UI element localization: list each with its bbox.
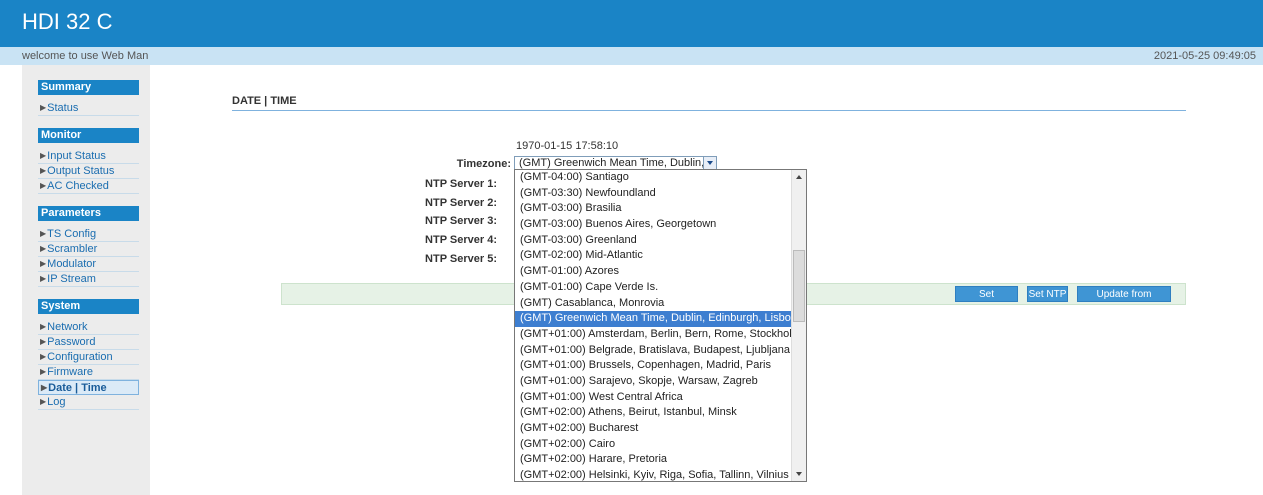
sidebar-item-label: Firmware	[47, 366, 93, 378]
sidebar-item-ac-checked[interactable]: ▶AC Checked	[38, 179, 139, 194]
timezone-option[interactable]: (GMT+02:00) Cairo	[515, 437, 791, 453]
timezone-option[interactable]: (GMT-03:30) Newfoundland	[515, 186, 791, 202]
system-datetime: 2021-05-25 09:49:05	[1153, 50, 1256, 62]
sidebar-item-log[interactable]: ▶Log	[38, 395, 139, 410]
sidebar-item-label: Modulator	[47, 258, 97, 270]
triangle-right-icon: ▶	[40, 166, 47, 175]
scrollbar-thumb[interactable]	[793, 250, 805, 322]
sidebar-section-system: System	[38, 299, 139, 314]
timezone-option[interactable]: (GMT+02:00) Bucharest	[515, 421, 791, 437]
sidebar-item-date-time[interactable]: ▶Date | Time	[38, 380, 139, 395]
sidebar-item-label: TS Config	[47, 228, 97, 240]
sidebar-item-configuration[interactable]: ▶Configuration	[38, 350, 139, 365]
timezone-option[interactable]: (GMT+02:00) Athens, Beirut, Istanbul, Mi…	[515, 405, 791, 421]
triangle-right-icon: ▶	[40, 322, 47, 331]
timezone-option[interactable]: (GMT+01:00) Belgrade, Bratislava, Budape…	[515, 343, 791, 359]
sidebar-item-label: Scrambler	[47, 243, 98, 255]
timezone-option[interactable]: (GMT-01:00) Azores	[515, 264, 791, 280]
timezone-label: Timezone:	[456, 158, 511, 170]
app-title: HDI 32 C	[22, 9, 113, 34]
sidebar-item-label: Status	[47, 102, 79, 114]
update-from-browser-button[interactable]: Update from browser	[1077, 286, 1171, 316]
set-ntp-button[interactable]: Set NTP	[1027, 286, 1068, 302]
ntp-server-5-label: NTP Server 5:	[425, 253, 497, 265]
current-device-time: 1970-01-15 17:58:10	[516, 140, 619, 152]
sidebar-item-input-status[interactable]: ▶Input Status	[38, 149, 139, 164]
dropdown-scrollbar[interactable]	[791, 170, 806, 481]
sidebar-item-label: Network	[47, 321, 88, 333]
timezone-option[interactable]: (GMT+01:00) Brussels, Copenhagen, Madrid…	[515, 358, 791, 374]
timezone-option[interactable]: (GMT-01:00) Cape Verde Is.	[515, 280, 791, 296]
scroll-down-icon[interactable]	[792, 467, 806, 481]
title-divider	[232, 110, 1186, 111]
timezone-select[interactable]: (GMT) Greenwich Mean Time, Dublin, Edinb…	[514, 156, 717, 170]
sidebar-item-modulator[interactable]: ▶Modulator	[38, 257, 139, 272]
scroll-up-icon[interactable]	[792, 170, 806, 184]
sidebar-item-network[interactable]: ▶Network	[38, 320, 139, 335]
triangle-right-icon: ▶	[40, 259, 47, 268]
sidebar-item-label: Input Status	[47, 150, 106, 162]
ntp-server-2-label: NTP Server 2:	[425, 197, 497, 209]
sidebar-item-label: Configuration	[47, 351, 113, 363]
triangle-right-icon: ▶	[40, 397, 47, 406]
sidebar-item-firmware[interactable]: ▶Firmware	[38, 365, 139, 380]
chevron-down-icon[interactable]	[703, 157, 716, 169]
triangle-right-icon: ▶	[40, 181, 47, 190]
triangle-right-icon: ▶	[41, 383, 48, 392]
ntp-server-4-label: NTP Server 4:	[425, 234, 497, 246]
sidebar-item-ip-stream[interactable]: ▶IP Stream	[38, 272, 139, 287]
sidebar-item-label: Output Status	[47, 165, 115, 177]
timezone-option[interactable]: (GMT) Greenwich Mean Time, Dublin, Edinb…	[515, 311, 791, 327]
timezone-dropdown-list[interactable]: (GMT-04:00) Santiago (GMT-03:30) Newfound…	[514, 169, 807, 482]
timezone-option[interactable]: (GMT+01:00) West Central Africa	[515, 390, 791, 406]
timezone-option[interactable]: (GMT-02:00) Mid-Atlantic	[515, 248, 791, 264]
timezone-option[interactable]: (GMT-03:00) Greenland	[515, 233, 791, 249]
set-timezone-button[interactable]: Set Timezone	[955, 286, 1018, 316]
sidebar-nav: Summary ▶Status Monitor ▶Input Status ▶Outpu…	[38, 80, 139, 422]
ntp-server-1-label: NTP Server 1:	[425, 178, 497, 190]
sidebar-item-output-status[interactable]: ▶Output Status	[38, 164, 139, 179]
timezone-option[interactable]: (GMT+02:00) Harare, Pretoria	[515, 452, 791, 468]
timezone-option[interactable]: (GMT+01:00) Sarajevo, Skopje, Warsaw, Za…	[515, 374, 791, 390]
welcome-bar: welcome to use Web Man 2021-05-25 09:49:…	[0, 47, 1263, 65]
triangle-right-icon: ▶	[40, 274, 47, 283]
sidebar-section-monitor: Monitor	[38, 128, 139, 143]
triangle-right-icon: ▶	[40, 151, 47, 160]
sidebar-item-ts-config[interactable]: ▶TS Config	[38, 227, 139, 242]
sidebar-item-label: AC Checked	[47, 180, 109, 192]
welcome-text: welcome to use Web Man	[22, 50, 149, 62]
timezone-options: (GMT-04:00) Santiago (GMT-03:30) Newfound…	[515, 170, 791, 481]
timezone-option[interactable]: (GMT+02:00) Helsinki, Kyiv, Riga, Sofia,…	[515, 468, 791, 481]
sidebar-item-label: IP Stream	[47, 273, 96, 285]
timezone-option[interactable]: (GMT) Casablanca, Monrovia	[515, 296, 791, 312]
sidebar-section-parameters: Parameters	[38, 206, 139, 221]
sidebar-section-summary: Summary	[38, 80, 139, 95]
sidebar-item-password[interactable]: ▶Password	[38, 335, 139, 350]
sidebar-section-items: ▶TS Config ▶Scrambler ▶Modulator ▶IP Stream	[38, 221, 139, 299]
ntp-server-3-label: NTP Server 3:	[425, 215, 497, 227]
sidebar-item-label: Password	[47, 336, 96, 348]
timezone-option[interactable]: (GMT-03:00) Buenos Aires, Georgetown	[515, 217, 791, 233]
sidebar-item-label: Log	[47, 396, 66, 408]
sidebar-section-items: ▶Status	[38, 95, 139, 128]
triangle-right-icon: ▶	[40, 337, 47, 346]
timezone-select-value: (GMT) Greenwich Mean Time, Dublin, Edinb…	[519, 157, 716, 169]
app-header: HDI 32 C	[0, 0, 1263, 47]
timezone-option[interactable]: (GMT-03:00) Brasilia	[515, 201, 791, 217]
page-title: DATE | TIME	[232, 95, 297, 107]
triangle-right-icon: ▶	[40, 103, 47, 112]
sidebar-section-items: ▶Network ▶Password ▶Configuration ▶Firmware…	[38, 314, 139, 422]
timezone-option[interactable]: (GMT+01:00) Amsterdam, Berlin, Bern, Rom…	[515, 327, 791, 343]
triangle-right-icon: ▶	[40, 367, 47, 376]
sidebar-item-label: Date | Time	[48, 382, 107, 394]
triangle-right-icon: ▶	[40, 352, 47, 361]
timezone-option[interactable]: (GMT-04:00) Santiago	[515, 170, 791, 186]
triangle-right-icon: ▶	[40, 229, 47, 238]
triangle-right-icon: ▶	[40, 244, 47, 253]
sidebar-item-scrambler[interactable]: ▶Scrambler	[38, 242, 139, 257]
sidebar-item-status[interactable]: ▶Status	[38, 101, 139, 116]
sidebar-section-items: ▶Input Status ▶Output Status ▶AC Checked	[38, 143, 139, 206]
